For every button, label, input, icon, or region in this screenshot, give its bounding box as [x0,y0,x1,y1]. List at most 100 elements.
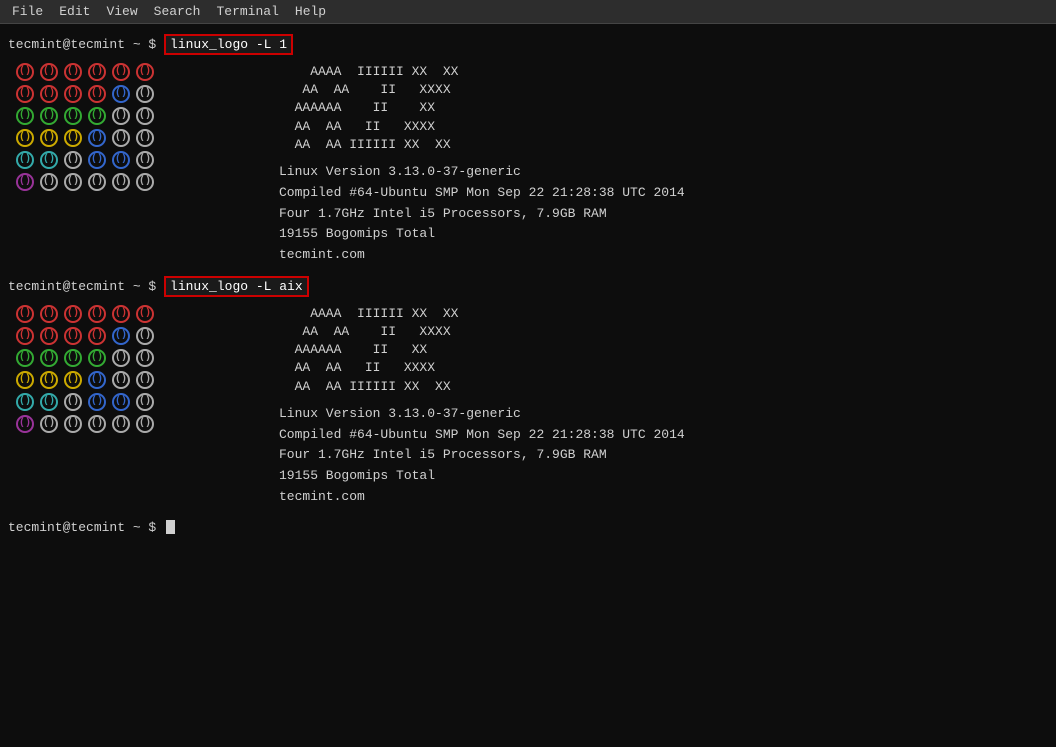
circle: () [40,327,58,345]
circle: () [136,151,154,169]
circle: () [64,129,82,147]
circle: () [112,129,130,147]
circle: () [40,349,58,367]
circle-row-2-4: () () () () () () [16,371,255,389]
prompt-text-2: tecmint@tecmint ~ $ [8,279,164,294]
command-1: linux_logo -L 1 [164,34,293,55]
circle: () [16,371,34,389]
circle: () [136,393,154,411]
menubar: File Edit View Search Terminal Help [0,0,1056,24]
system-info-1: Linux Version 3.13.0-37-generic Compiled… [279,162,1032,266]
circle: () [40,371,58,389]
circle: () [88,107,106,125]
circle: () [136,129,154,147]
circle: () [88,327,106,345]
circle-row-1-3: () () () () () () [16,107,255,125]
circle: () [16,393,34,411]
circle: () [64,349,82,367]
menu-search[interactable]: Search [146,2,209,21]
circle-row-2-6: () () () () () () [16,415,255,433]
circle-row-1-5: () () () () () () [16,151,255,169]
circle: () [88,63,106,81]
circle: () [64,371,82,389]
circle: () [112,63,130,81]
circle: () [136,349,154,367]
logo-section-2: () () () () () () () () () () () () () (… [8,301,1048,512]
circle-row-1-1: () () () () () () [16,63,255,81]
circle: () [64,151,82,169]
logo-section-1: () () () () () () () () () () () () () (… [8,59,1048,270]
circle: () [112,305,130,323]
circle: () [88,173,106,191]
circle: () [40,129,58,147]
menu-edit[interactable]: Edit [51,2,98,21]
circle: () [16,305,34,323]
circle: () [16,129,34,147]
circle: () [112,85,130,103]
circle: () [40,393,58,411]
circle: () [16,327,34,345]
cursor [166,520,175,534]
info-panel-2: AAAA IIIIII XX XX AA AA II XXXX AAAAAA I… [263,301,1048,512]
circle: () [40,63,58,81]
circle-row-2-2: () () () () () () [16,327,255,345]
circle: () [136,327,154,345]
command-2: linux_logo -L aix [164,276,309,297]
circle: () [136,173,154,191]
terminal: tecmint@tecmint ~ $ linux_logo -L 1 () (… [0,24,1056,747]
circle: () [112,327,130,345]
circle: () [136,371,154,389]
circle: () [88,151,106,169]
circle: () [16,63,34,81]
circles-panel-1: () () () () () () () () () () () () () (… [8,59,263,270]
prompt-text-1: tecmint@tecmint ~ $ [8,37,164,52]
circle: () [136,415,154,433]
circle: () [64,327,82,345]
circle: () [136,85,154,103]
circle: () [64,393,82,411]
circle: () [16,85,34,103]
circle: () [64,85,82,103]
ascii-art-2: AAAA IIIIII XX XX AA AA II XXXX AAAAAA I… [279,305,1032,396]
info-panel-1: AAAA IIIIII XX XX AA AA II XXXX AAAAAA I… [263,59,1048,270]
circle: () [112,371,130,389]
circle: () [40,151,58,169]
circle: () [88,305,106,323]
system-info-2: Linux Version 3.13.0-37-generic Compiled… [279,404,1032,508]
circle-row-2-1: () () () () () () [16,305,255,323]
circle: () [112,415,130,433]
menu-view[interactable]: View [98,2,145,21]
circle: () [16,151,34,169]
circle: () [88,371,106,389]
menu-file[interactable]: File [4,2,51,21]
circle: () [136,63,154,81]
bottom-prompt: tecmint@tecmint ~ $ [8,520,1048,535]
circle: () [88,349,106,367]
menu-terminal[interactable]: Terminal [208,2,286,21]
circle: () [112,173,130,191]
menu-help[interactable]: Help [287,2,334,21]
circle: () [88,415,106,433]
circle-row-1-2: () () () () () () [16,85,255,103]
circle: () [40,85,58,103]
circle: () [112,151,130,169]
circle: () [64,63,82,81]
circle-row-2-3: () () () () () () [16,349,255,367]
circle-row-1-6: () () () () () () [16,173,255,191]
circle: () [88,393,106,411]
circle: () [88,129,106,147]
circle: () [40,173,58,191]
circle: () [112,107,130,125]
circle: () [136,305,154,323]
bottom-prompt-text: tecmint@tecmint ~ $ [8,520,164,535]
circle: () [136,107,154,125]
circle-row-1-4: () () () () () () [16,129,255,147]
ascii-art-1: AAAA IIIIII XX XX AA AA II XXXX AAAAAA I… [279,63,1032,154]
circle: () [112,393,130,411]
circle: () [64,305,82,323]
circle: () [16,349,34,367]
circles-panel-2: () () () () () () () () () () () () () (… [8,301,263,512]
circle: () [40,415,58,433]
circle: () [64,107,82,125]
circle: () [88,85,106,103]
